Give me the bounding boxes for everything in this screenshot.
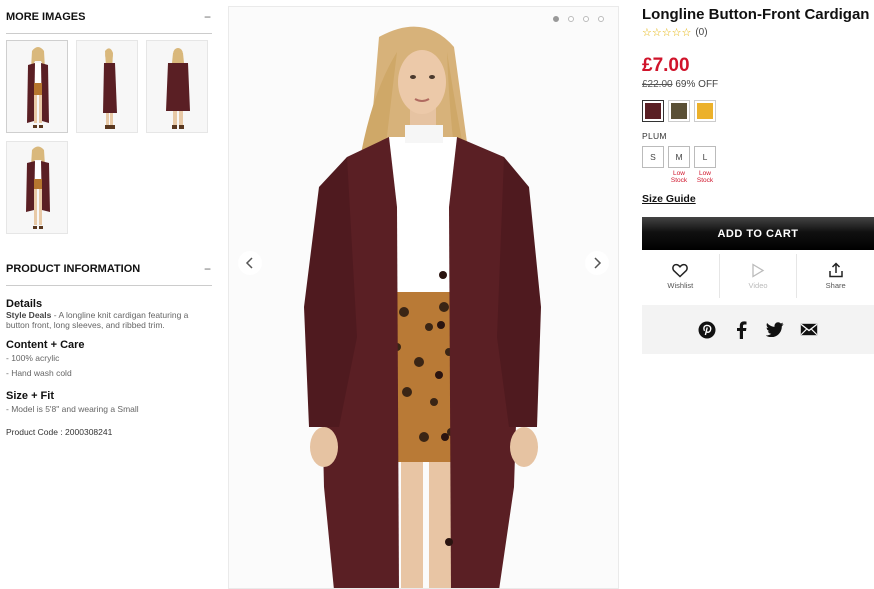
gallery-dot[interactable] (568, 16, 574, 22)
size-fit-heading: Size + Fit (6, 390, 54, 402)
swatch-mustard[interactable] (694, 100, 716, 122)
original-price: £22.00 (642, 79, 673, 90)
chevron-right-icon (594, 257, 602, 269)
size-selector: S M Low Stock L Low Stock (642, 146, 874, 184)
social-share-bar (642, 305, 874, 354)
swatch-olive[interactable] (668, 100, 690, 122)
model-photo (229, 7, 618, 588)
wishlist-button[interactable]: Wishlist (642, 254, 719, 298)
product-rating[interactable]: ☆☆☆☆☆ (0) (642, 26, 874, 39)
content-item: - 100% acrylic (6, 353, 60, 363)
swatch-plum[interactable] (642, 100, 664, 122)
size-m-button[interactable]: M (668, 146, 690, 168)
details-text: Style Deals - A longline knit cardigan f… (6, 310, 212, 330)
collapse-icon[interactable]: − (204, 10, 212, 24)
size-l-button[interactable]: L (694, 146, 716, 168)
content-care-heading: Content + Care (6, 339, 85, 351)
review-count: (0) (695, 27, 708, 38)
gallery-dot[interactable] (583, 16, 589, 22)
wishlist-label: Wishlist (667, 280, 694, 290)
thumbnail-back[interactable] (146, 40, 208, 133)
video-label: Video (748, 280, 768, 290)
play-icon (752, 262, 765, 278)
share-icon (828, 262, 843, 278)
price-row: £22.00 69% OFF (642, 79, 874, 90)
gallery-dot[interactable] (553, 16, 559, 22)
product-details: Details Style Deals - A longline knit ca… (6, 286, 212, 437)
product-info-title: PRODUCT INFORMATION (6, 262, 141, 275)
product-purchase-panel: Longline Button-Front Cardigan ☆☆☆☆☆ (0)… (642, 0, 874, 354)
product-info-header[interactable]: PRODUCT INFORMATION − (6, 252, 212, 286)
size-guide-link[interactable]: Size Guide (642, 193, 696, 205)
add-to-cart-button[interactable]: ADD TO CART (642, 217, 874, 250)
low-stock-label: Low Stock (696, 170, 714, 184)
twitter-icon[interactable] (765, 320, 785, 340)
more-images-header[interactable]: MORE IMAGES − (6, 0, 212, 34)
product-title: Longline Button-Front Cardigan (642, 6, 870, 23)
gallery-prev-button[interactable] (238, 251, 262, 275)
gallery-next-button[interactable] (585, 251, 609, 275)
details-lead: Style Deals (6, 310, 52, 320)
thumbnail-side[interactable] (76, 40, 138, 133)
gallery-pagination (553, 16, 604, 22)
star-rating-icon: ☆☆☆☆☆ (642, 27, 692, 39)
selected-color-label: PLUM (642, 131, 667, 141)
discount-label: 69% OFF (675, 79, 719, 90)
more-images-title: MORE IMAGES (6, 10, 86, 23)
gallery-dot[interactable] (598, 16, 604, 22)
size-s-button[interactable]: S (642, 146, 664, 168)
heart-icon (672, 263, 689, 278)
share-button[interactable]: Share (796, 254, 874, 298)
low-stock-label: Low Stock (670, 170, 688, 184)
facebook-icon[interactable] (731, 320, 751, 340)
content-item: - Hand wash cold (6, 368, 72, 378)
thumbnail-grid (6, 34, 212, 234)
share-label: Share (825, 281, 846, 290)
details-heading: Details (6, 298, 43, 310)
fit-item: - Model is 5'8" and wearing a Small (6, 404, 139, 414)
color-swatches (642, 100, 874, 122)
swatch-color (645, 103, 661, 119)
swatch-color (697, 103, 713, 119)
pinterest-icon[interactable] (697, 320, 717, 340)
product-code: Product Code : 2000308241 (6, 427, 113, 437)
sale-price: £7.00 (642, 55, 690, 76)
thumbnail-front[interactable] (6, 40, 68, 133)
main-product-image[interactable] (228, 6, 619, 589)
email-icon[interactable] (799, 320, 819, 340)
swatch-color (671, 103, 687, 119)
collapse-icon[interactable]: − (204, 262, 212, 276)
chevron-left-icon (245, 257, 253, 269)
thumbnail-front-closeup[interactable] (6, 141, 68, 234)
product-actions: Wishlist Video Share (642, 254, 874, 298)
video-button[interactable]: Video (718, 254, 797, 298)
left-column: MORE IMAGES − PRODUCT INFORMATION − Deta… (6, 0, 212, 437)
